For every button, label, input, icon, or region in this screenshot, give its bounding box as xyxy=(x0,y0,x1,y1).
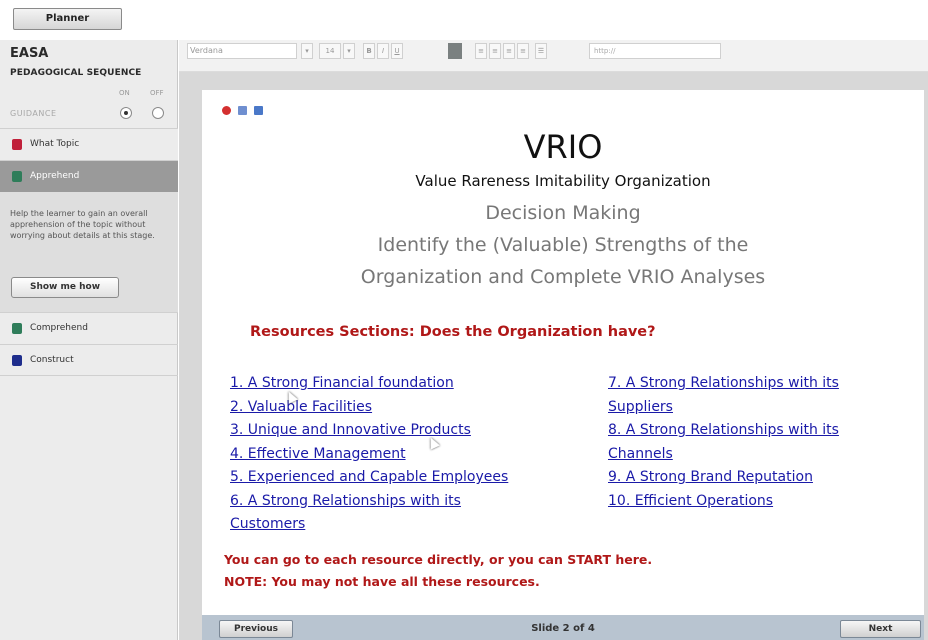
font-family-select[interactable]: Verdana xyxy=(187,43,297,59)
green-book-icon xyxy=(12,323,22,334)
sidebar-item-apprehend[interactable]: Apprehend xyxy=(0,160,178,192)
resource-link-customers-cont[interactable]: Customers xyxy=(230,513,610,537)
delete-icon[interactable] xyxy=(222,106,231,115)
next-button[interactable]: Next xyxy=(840,620,921,638)
sidebar-item-label: Construct xyxy=(30,355,74,365)
align-center-icon[interactable]: ≡ xyxy=(489,43,501,59)
font-family-dropdown-icon[interactable]: ▾ xyxy=(301,43,313,59)
sidebar-item-construct[interactable]: Construct xyxy=(0,344,178,376)
italic-button[interactable]: I xyxy=(377,43,389,59)
edit-icon[interactable] xyxy=(238,106,248,115)
resources-note: NOTE: You may not have all these resourc… xyxy=(224,574,540,589)
guidance-on-radio[interactable] xyxy=(120,107,132,119)
sidebar-item-what-topic[interactable]: What Topic xyxy=(0,128,178,160)
planner-button[interactable]: Planner xyxy=(13,8,122,30)
resources-heading: Resources Sections: Does the Organizatio… xyxy=(250,324,656,340)
text-color-button[interactable] xyxy=(448,43,462,59)
guidance-label: GUIDANCE xyxy=(10,109,57,118)
justify-icon[interactable]: ≡ xyxy=(517,43,529,59)
resource-link-customers[interactable]: 6. A Strong Relationships with its xyxy=(230,490,610,514)
slide-tools xyxy=(222,100,265,119)
guidance-off-radio[interactable] xyxy=(152,107,164,119)
resource-link-suppliers[interactable]: 7. A Strong Relationships with its xyxy=(608,372,918,396)
sidebar-item-label: What Topic xyxy=(30,139,80,149)
guidance-on-label: ON xyxy=(119,89,130,97)
slide-line-2: Identify the (Valuable) Strengths of the xyxy=(377,234,749,256)
right-links-column: 7. A Strong Relationships with its Suppl… xyxy=(608,372,918,513)
slide-title: VRIO xyxy=(523,128,603,166)
slide-line-3: Organization and Complete VRIO Analyses xyxy=(360,266,766,288)
resource-link-operations[interactable]: 10. Efficient Operations xyxy=(608,490,918,514)
guidance-off-label: OFF xyxy=(150,89,164,97)
resource-link-employees[interactable]: 5. Experienced and Capable Employees xyxy=(230,466,610,490)
editor-toolbar: Verdana ▾ 14 ▾ B I U ≡ ≡ ≡ ≡ ☰ http:// xyxy=(179,40,928,72)
blue-book-icon xyxy=(12,355,22,366)
green-book-icon xyxy=(12,171,22,182)
red-book-icon xyxy=(12,139,22,150)
bullet-list-icon[interactable]: ☰ xyxy=(535,43,547,59)
sidebar-item-comprehend[interactable]: Comprehend xyxy=(0,312,178,344)
slide-line-1: Decision Making xyxy=(485,202,641,224)
font-size-dropdown-icon[interactable]: ▾ xyxy=(343,43,355,59)
slide-counter: Slide 2 of 4 xyxy=(531,623,595,634)
slide: VRIO Value Rareness Imitability Organiza… xyxy=(202,90,924,615)
sidebar-item-label: Comprehend xyxy=(30,323,88,333)
align-right-icon[interactable]: ≡ xyxy=(503,43,515,59)
slide-navigation-bar: Previous Slide 2 of 4 Next xyxy=(202,615,924,640)
resource-link-suppliers-cont[interactable]: Suppliers xyxy=(608,396,918,420)
show-me-how-button[interactable]: Show me how xyxy=(11,277,119,298)
resource-link-channels-cont[interactable]: Channels xyxy=(608,443,918,467)
align-left-icon[interactable]: ≡ xyxy=(475,43,487,59)
resource-link-brand[interactable]: 9. A Strong Brand Reputation xyxy=(608,466,918,490)
link-url-input[interactable]: http:// xyxy=(589,43,721,59)
underline-button[interactable]: U xyxy=(391,43,403,59)
sidebar-item-label: Apprehend xyxy=(30,171,80,181)
bold-button[interactable]: B xyxy=(363,43,375,59)
font-size-select[interactable]: 14 xyxy=(319,43,341,59)
slide-subtitle: Value Rareness Imitability Organization xyxy=(415,172,711,190)
start-note: You can go to each resource directly, or… xyxy=(224,552,653,567)
apprehend-help-text: Help the learner to gain an overall appr… xyxy=(10,209,155,240)
copy-icon[interactable] xyxy=(254,106,264,115)
resource-link-management[interactable]: 4. Effective Management xyxy=(230,443,610,467)
top-bar: Planner xyxy=(0,0,928,40)
sidebar: EASA PEDAGOGICAL SEQUENCE ON OFF GUIDANC… xyxy=(0,40,178,640)
resource-link-products[interactable]: 3. Unique and Innovative Products xyxy=(230,419,610,443)
brand-title: EASA xyxy=(10,46,49,61)
section-title: PEDAGOGICAL SEQUENCE xyxy=(10,68,142,78)
apprehend-help-panel: Help the learner to gain an overall appr… xyxy=(0,192,178,312)
resource-link-channels[interactable]: 8. A Strong Relationships with its xyxy=(608,419,918,443)
